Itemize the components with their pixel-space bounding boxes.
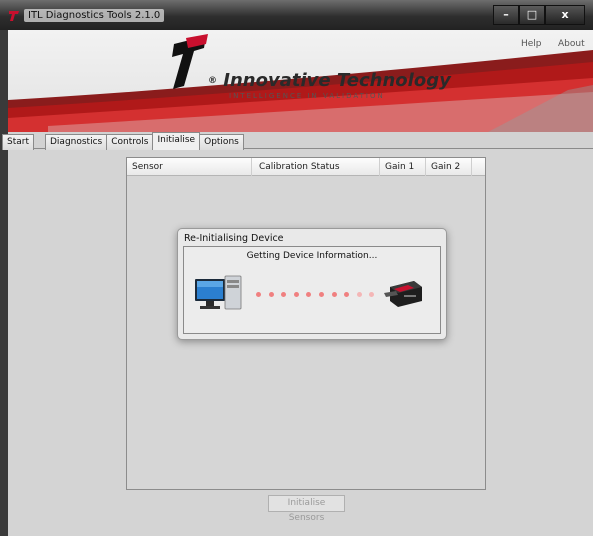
dialog-title: Re-Initialising Device [184,233,284,244]
progress-dot [356,292,362,297]
initialise-sensors-button[interactable]: Initialise Sensors [268,495,345,523]
brand-tagline: INTELLIGENCE IN VALIDATION [229,92,385,100]
column-calibration-status[interactable]: Calibration Status [252,158,380,176]
computer-icon [195,275,242,310]
tab-initialise[interactable]: Initialise [152,132,201,150]
reinitialising-dialog: Re-Initialising Device Getting Device In… [177,228,447,340]
help-link[interactable]: Help [521,39,542,49]
close-button[interactable]: x [545,5,585,25]
itl-logo-icon [9,11,19,21]
itl-logo-icon [172,34,208,89]
validator-device-icon [384,281,422,307]
progress-dot [256,292,261,297]
dialog-status-message: Getting Device Information... [246,251,378,261]
progress-dot [318,292,324,297]
minimize-button[interactable]: – [493,5,519,25]
header-banner: Help About ® Innovative Technology INTEL… [8,30,593,132]
progress-dot [293,292,299,297]
maximize-button[interactable]: □ [519,5,545,25]
column-gain-1[interactable]: Gain 1 [380,158,426,176]
tab-controls[interactable]: Controls [106,134,154,150]
progress-dot [369,292,375,297]
app-window: ITL Diagnostics Tools 2.1.0 – □ x Help A… [0,0,593,536]
sensor-list-header: Sensor Calibration Status Gain 1 Gain 2 [127,158,485,176]
tab-strip: Start Diagnostics Controls Initialise Op… [2,132,244,150]
progress-dot [306,292,312,297]
progress-dots [256,292,382,297]
progress-dot [268,292,274,297]
title-bar[interactable]: ITL Diagnostics Tools 2.1.0 – □ x [0,0,593,30]
column-gain-2[interactable]: Gain 2 [426,158,472,176]
column-sensor[interactable]: Sensor [127,158,252,176]
tab-start[interactable]: Start [2,134,34,150]
tab-options[interactable]: Options [199,134,244,150]
brand-name: ® Innovative Technology [208,70,451,91]
brand-name-text: Innovative Technology [223,70,451,91]
tab-diagnostics[interactable]: Diagnostics [45,134,108,150]
about-link[interactable]: About [558,39,585,49]
dialog-body: Getting Device Information... [183,246,441,334]
progress-dot [331,292,337,297]
progress-dot [281,292,287,297]
registered-mark: ® [208,76,217,86]
client-area: Help About ® Innovative Technology INTEL… [2,30,593,536]
progress-dot [344,292,350,297]
window-title: ITL Diagnostics Tools 2.1.0 [24,9,165,22]
